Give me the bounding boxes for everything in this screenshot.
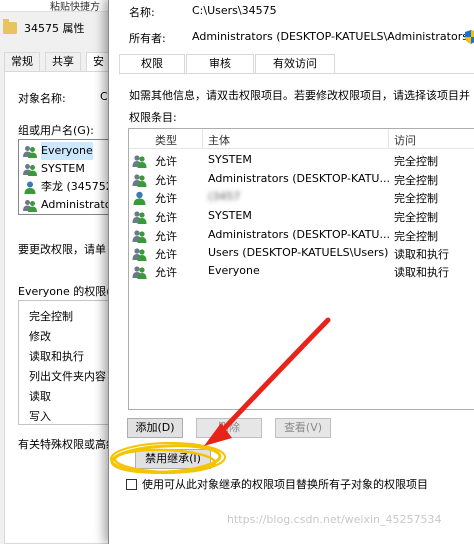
- entry-principal: SYSTEM: [208, 153, 252, 166]
- users-group-icon: [23, 146, 37, 158]
- permission-item: 写入: [29, 410, 51, 423]
- tab-permissions[interactable]: 权限: [119, 54, 185, 75]
- permission-item: 读取: [29, 390, 51, 403]
- owner-label: 所有者:: [129, 32, 166, 45]
- entry-type: 允许: [155, 230, 177, 243]
- info-text: 如需其他信息，请双击权限项目。若要修改权限项目，请选择该项目并: [129, 89, 470, 102]
- replace-child-permissions-label[interactable]: 使用可从此对象继承的权限项目替换所有子对象的权限项目: [142, 476, 428, 492]
- disable-inheritance-button[interactable]: 禁用继承(I): [135, 449, 211, 469]
- object-name-label: 对象名称:: [18, 92, 66, 105]
- name-label: 名称:: [129, 6, 155, 19]
- column-divider[interactable]: [388, 129, 389, 149]
- table-row[interactable]: 允许 Everyone 读取和执行: [129, 263, 474, 281]
- permission-item: 读取和执行: [29, 350, 84, 363]
- permission-entries-table: 类型 主体 访问 允许 SYSTEM 完全控制 允许 Administrator…: [128, 128, 474, 410]
- security-tabs: 权限 审核 有效访问: [119, 54, 474, 75]
- entry-principal: SYSTEM: [208, 209, 252, 222]
- entry-access: 完全控制: [394, 174, 438, 187]
- entry-principal: Administrators (DESKTOP-KATU...: [208, 172, 390, 185]
- column-type[interactable]: 类型: [155, 132, 177, 148]
- permissions-list: 完全控制 修改 读取和执行 列出文件夹内容 读取 写入: [18, 300, 118, 425]
- folder-icon: [3, 19, 17, 34]
- change-permissions-text: 要更改权限，请单: [18, 243, 106, 256]
- entry-type: 允许: [155, 266, 177, 279]
- entry-access: 读取和执行: [394, 248, 449, 261]
- tab-auditing[interactable]: 审核: [186, 54, 254, 74]
- entry-type: 允许: [155, 211, 177, 224]
- paste-shortcut-label[interactable]: 粘贴快捷方: [50, 0, 100, 13]
- single-user-icon: [133, 191, 146, 205]
- entry-type: 允许: [155, 192, 177, 205]
- table-row[interactable]: 允许 SYSTEM 完全控制: [129, 208, 474, 226]
- user-name: 李龙 (345752: [41, 180, 113, 193]
- entry-type: 允许: [155, 248, 177, 261]
- column-access[interactable]: 访问: [394, 132, 416, 148]
- entry-principal: Users (DESKTOP-KATUELS\Users): [208, 246, 389, 259]
- table-row[interactable]: 允许 SYSTEM 完全控制: [129, 152, 474, 170]
- dialog-title: 34575 属性: [24, 22, 85, 35]
- owner-value: Administrators (DESKTOP-KATUELS\Administ…: [192, 30, 473, 43]
- column-principal[interactable]: 主体: [208, 132, 230, 148]
- user-name: Everyone: [41, 142, 93, 160]
- group-or-user-label: 组或用户名(G):: [18, 124, 94, 137]
- remove-button[interactable]: 删除: [196, 418, 262, 438]
- permissions-for-label: Everyone 的权限(P): [18, 285, 122, 298]
- users-group-icon: [132, 266, 147, 279]
- table-row[interactable]: 允许 Administrators (DESKTOP-KATU... 完全控制: [129, 171, 474, 189]
- entry-access: 完全控制: [394, 230, 438, 243]
- tab-divider: [119, 73, 474, 74]
- users-group-icon: [132, 211, 147, 224]
- entry-principal: Everyone: [208, 264, 260, 277]
- group-user-list[interactable]: Everyone SYSTEM 李龙 (345752 Administrator: [18, 139, 118, 215]
- column-divider[interactable]: [202, 129, 203, 149]
- replace-child-permissions-checkbox[interactable]: [126, 479, 137, 490]
- entry-type: 允许: [155, 155, 177, 168]
- entry-principal: (3457: [208, 190, 241, 203]
- permission-entries-label: 权限条目:: [129, 111, 177, 124]
- users-group-icon: [23, 164, 37, 176]
- entry-access: 完全控制: [394, 155, 438, 168]
- special-permissions-text: 有关特殊权限或高级: [18, 438, 117, 451]
- object-name-value: C: [100, 90, 108, 103]
- users-group-icon: [132, 155, 147, 168]
- user-name: SYSTEM: [41, 162, 85, 175]
- entry-principal: Administrators (DESKTOP-KATU...: [208, 228, 390, 241]
- users-group-icon: [132, 174, 147, 187]
- table-row[interactable]: 允许 Users (DESKTOP-KATUELS\Users) 读取和执行: [129, 245, 474, 263]
- entry-type: 允许: [155, 174, 177, 187]
- entry-access: 读取和执行: [394, 266, 449, 279]
- tab-sharing[interactable]: 共享: [45, 52, 81, 72]
- user-name: Administrator: [41, 198, 116, 211]
- tab-general[interactable]: 常规: [4, 52, 40, 72]
- entry-access: 完全控制: [394, 192, 438, 205]
- users-group-icon: [132, 248, 147, 261]
- users-group-icon: [23, 200, 37, 212]
- permission-item: 列出文件夹内容: [29, 370, 106, 383]
- advanced-security-dialog: 名称: C:\Users\34575 所有者: Administrators (…: [108, 0, 474, 544]
- watermark: https://blog.csdn.net/weixin_45257534: [227, 513, 442, 526]
- name-value: C:\Users\34575: [192, 4, 277, 17]
- view-button[interactable]: 查看(V): [275, 418, 331, 438]
- table-row[interactable]: 允许 (3457 完全控制: [129, 189, 474, 207]
- single-user-icon: [24, 181, 36, 194]
- users-group-icon: [132, 230, 147, 243]
- permission-item: 修改: [29, 330, 51, 343]
- shield-icon[interactable]: [465, 30, 474, 44]
- add-button[interactable]: 添加(D): [127, 418, 183, 438]
- tab-effective-access[interactable]: 有效访问: [255, 54, 335, 74]
- permission-item: 完全控制: [29, 310, 73, 323]
- table-header: 类型 主体 访问: [129, 129, 474, 149]
- table-row[interactable]: 允许 Administrators (DESKTOP-KATU... 完全控制: [129, 227, 474, 245]
- entry-access: 完全控制: [394, 211, 438, 224]
